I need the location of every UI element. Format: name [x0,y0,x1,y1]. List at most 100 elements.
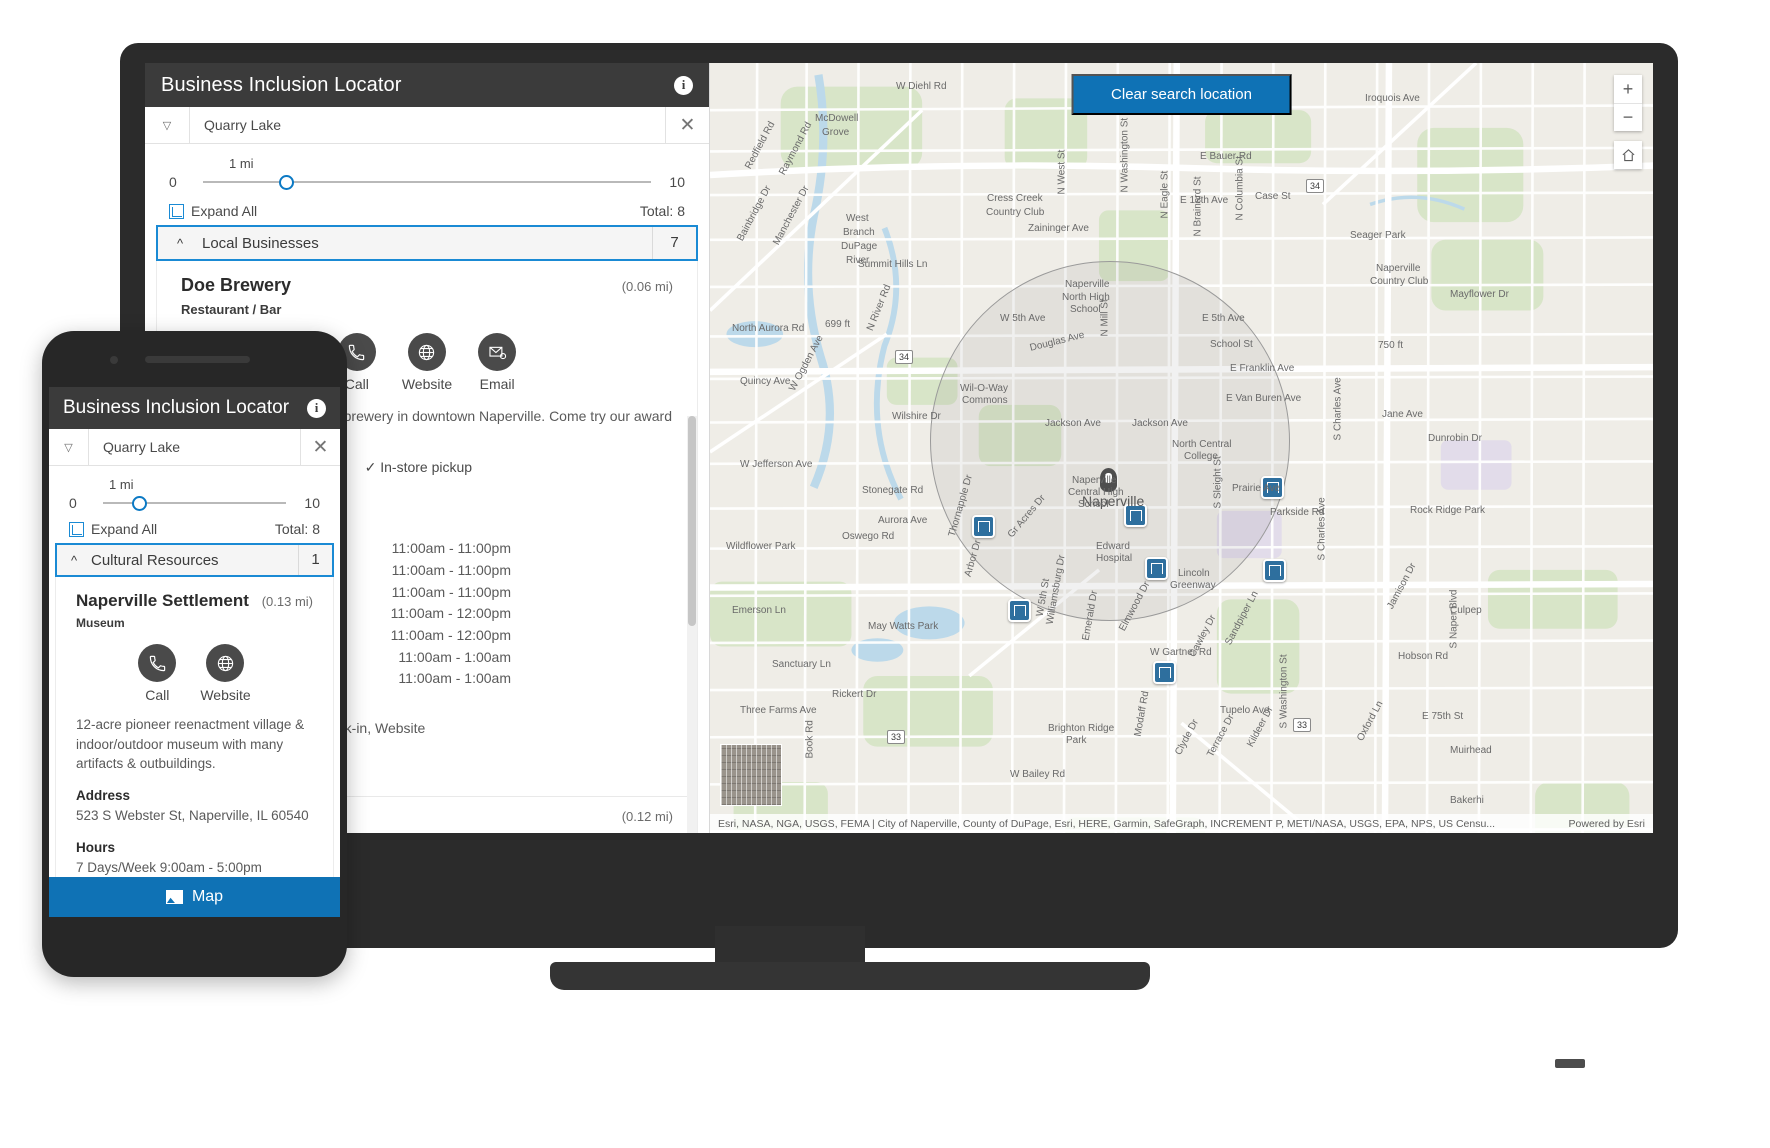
attribution-text: Esri, NASA, NGA, USGS, FEMA | City of Na… [718,818,1495,830]
map-street-label: Lincoln [1178,568,1210,579]
phone-slider-track[interactable] [103,495,286,511]
map-street-label: Zaininger Ave [1028,223,1089,234]
panel-scrollbar[interactable] [687,416,697,833]
business-category: Restaurant / Bar [157,296,697,317]
slider-thumb[interactable] [279,175,294,190]
map-street-label: Cress Creek [987,193,1043,204]
map-street-label: Country Club [1370,276,1428,287]
map-street-label: S Charles Ave [1317,497,1328,560]
highway-shield: 33 [887,730,905,744]
map-street-label: Hospital [1096,553,1132,564]
caret-down-icon[interactable]: ▽ [49,429,89,465]
map-marker[interactable] [1263,559,1286,582]
email-button[interactable]: Email [478,333,516,392]
phone-total-count: Total: 8 [275,521,320,537]
business-name: Doe Brewery [181,275,291,296]
map-street-label: E 12th Ave [1180,195,1228,206]
phone-expand-all-button[interactable]: Expand All [69,521,157,537]
hours-time: 11:00am - 1:00am [398,668,511,690]
map-street-label: West [846,213,869,224]
map-street-label: Sanctuary Ln [772,659,831,670]
map-street-label: W Diehl Rd [896,81,947,92]
map-street-label: River [846,255,869,266]
place-address-block: Address 523 S Webster St, Naperville, IL… [56,774,333,827]
hours-time: 11:00am - 12:00pm [391,625,511,647]
map-street-label: Commons [962,395,1008,406]
zoom-in-button[interactable]: + [1614,75,1642,103]
phone-slider-thumb[interactable] [132,496,147,511]
globe-icon [206,644,244,682]
zoom-controls[interactable]: + − [1614,75,1642,131]
chevron-up-icon: ^ [158,236,202,251]
highway-shield: 34 [895,350,913,364]
info-icon[interactable]: i [674,76,693,95]
slider-min-label: 0 [169,174,191,190]
close-icon[interactable]: ✕ [665,107,709,143]
map-street-label: Prairie Ave [1232,483,1280,494]
group-header-local-businesses[interactable]: ^ Local Businesses 7 [156,225,698,261]
phone-slider-value-label: 1 mi [109,477,320,492]
map-street-label: N Eagle St [1160,171,1171,219]
map-street-label: W Bailey Rd [1010,769,1065,780]
expand-all-button[interactable]: Expand All [169,203,257,219]
map-street-label: Brighton Ridge [1048,723,1114,734]
map-street-label: N Washington St [1120,118,1131,193]
phone-camera [110,356,118,364]
map-street-label: Case St [1255,191,1291,202]
map-street-label: 750 ft [1378,340,1403,351]
expand-icon [169,204,184,219]
phone-expand-all-label: Expand All [91,521,157,537]
map-view[interactable]: 34 34 33 33 Naperville W Diehl RdMcDowel… [710,63,1653,833]
map-street-label: Emerson Ln [732,605,786,616]
zoom-out-button[interactable]: − [1614,103,1642,131]
map-marker[interactable] [1153,661,1176,684]
place-distance: (0.13 mi) [262,594,313,609]
caret-down-icon[interactable]: ▽ [145,107,190,143]
info-icon[interactable]: i [307,399,326,418]
phone-search-input[interactable]: Quarry Lake [89,429,300,465]
slider-value-label: 1 mi [229,156,685,171]
clear-search-location-button[interactable]: Clear search location [1071,74,1292,115]
scrollbar-thumb[interactable] [688,416,696,626]
phone-search-bar: ▽ Quarry Lake ✕ [49,429,340,466]
map-street-label: E 5th Ave [1202,313,1245,324]
map-street-label: North Central [1172,439,1231,450]
website-button[interactable]: Website [402,333,452,392]
phone-icon [138,644,176,682]
map-street-label: McDowell [815,113,858,124]
place-category: Museum [56,611,333,630]
map-street-label: Three Farms Ave [740,705,817,716]
map-street-label: Jackson Ave [1132,418,1188,429]
map-marker[interactable] [1008,599,1031,622]
phone-group-count: 1 [298,545,332,575]
search-input[interactable]: Quarry Lake [190,107,665,143]
place-name: Naperville Settlement [76,591,249,611]
map-marker[interactable] [1145,557,1168,580]
map-street-label: School [1078,499,1109,510]
map-street-label: Grove [822,127,849,138]
map-attribution: Esri, NASA, NGA, USGS, FEMA | City of Na… [710,814,1653,833]
map-street-label: Jackson Ave [1045,418,1101,429]
map-street-label: Central High [1068,487,1124,498]
map-street-label: S Naper Blvd [1449,590,1460,649]
search-bar: ▽ Quarry Lake ✕ [145,107,709,144]
map-street-label: E Van Buren Ave [1226,393,1301,404]
map-street-label: E 75th St [1422,711,1463,722]
phone-website-button[interactable]: Website [200,644,250,703]
map-button[interactable]: Map [49,877,340,917]
slider-track[interactable] [203,174,651,190]
group-header-cultural-resources[interactable]: ^ Cultural Resources 1 [55,543,334,577]
map-street-label: Naperville [1065,279,1109,290]
map-street-label: Stonegate Rd [862,485,923,496]
basemap-thumbnail[interactable] [720,744,782,806]
home-icon[interactable] [1614,141,1642,169]
map-street-label: S Washington St [1279,654,1290,728]
map-marker[interactable] [972,515,995,538]
close-icon[interactable]: ✕ [300,429,340,465]
hours-time: 11:00am - 1:00am [398,647,511,669]
phone-results-list[interactable]: Naperville Settlement (0.13 mi) Museum C… [55,577,334,877]
map-street-label: Muirhead [1450,745,1492,756]
phone-page-title: Business Inclusion Locator [63,397,289,419]
phone-call-button[interactable]: Call [138,644,176,703]
hours-time: 11:00am - 11:00pm [392,538,511,560]
